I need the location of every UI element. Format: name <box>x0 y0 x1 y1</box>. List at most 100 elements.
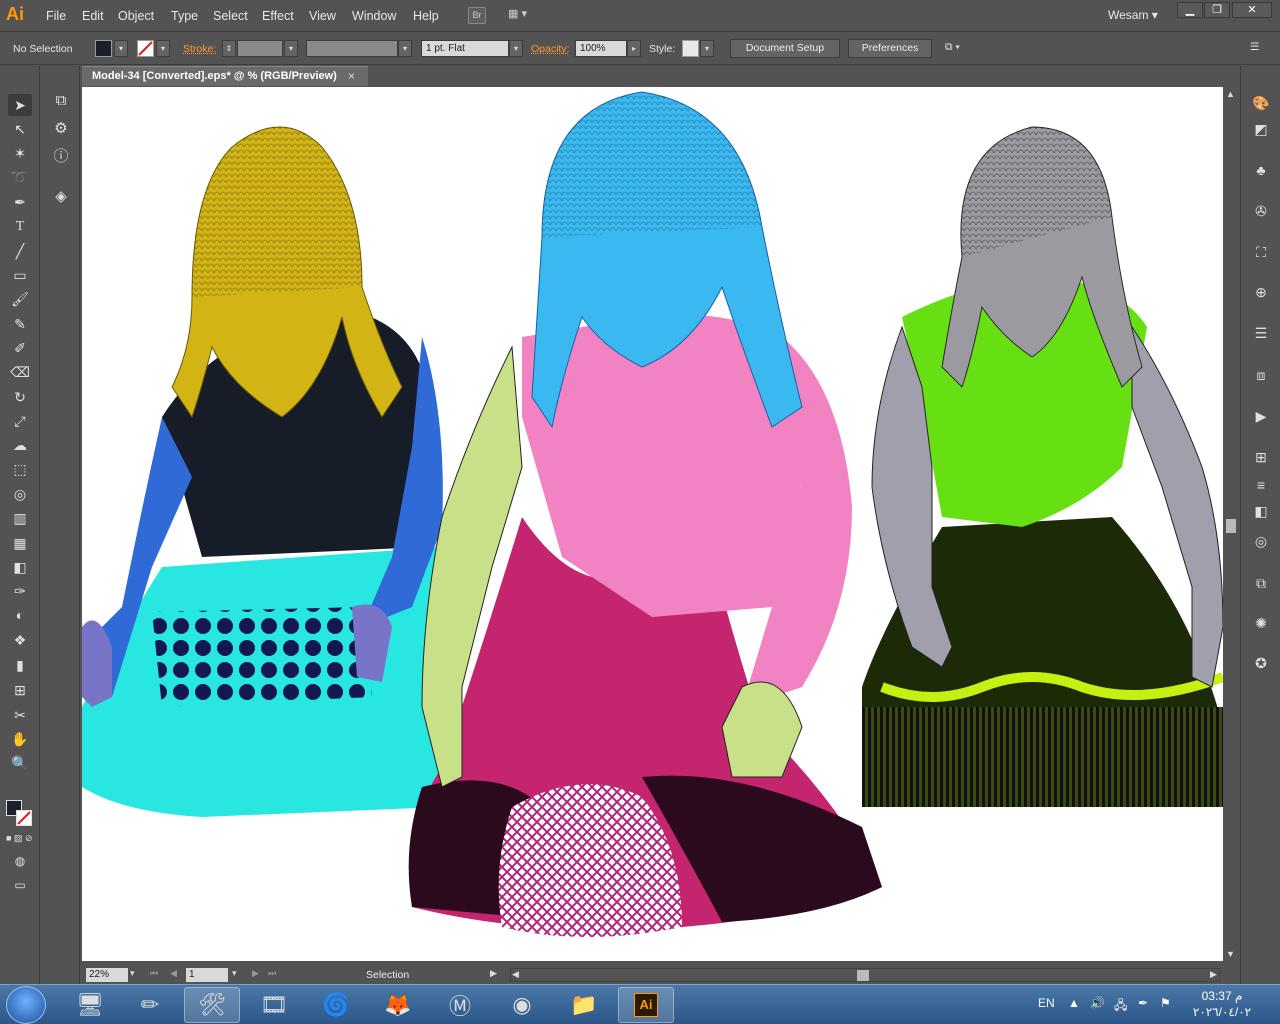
horizontal-scrollbar[interactable]: ◀ ▶ <box>510 968 1220 982</box>
layers-panel-icon[interactable]: ◈ <box>50 186 72 208</box>
free-transform-tool-icon[interactable]: ⬚ <box>8 458 32 480</box>
volume-icon[interactable]: 🔊 <box>1090 996 1105 1010</box>
opacity-label[interactable]: Opacity: <box>531 43 570 55</box>
symbol-sprayer-tool-icon[interactable]: ❖ <box>8 629 32 651</box>
stroke-weight-stepper[interactable]: ⇕ <box>222 40 236 57</box>
perspective-grid-tool-icon[interactable]: ▥ <box>8 507 32 529</box>
menu-type[interactable]: Type <box>171 9 198 23</box>
blob-brush-tool-icon[interactable]: ✐ <box>8 337 32 359</box>
variable-width-profile[interactable] <box>306 40 398 57</box>
taskbar-app-settings-icon[interactable]: 🛠 <box>184 987 240 1023</box>
screen-mode-icon[interactable]: ▭ <box>8 874 32 896</box>
stroke-weight-dropdown[interactable]: ▾ <box>284 40 298 57</box>
menu-object[interactable]: Object <box>118 9 154 23</box>
type-tool-icon[interactable]: T <box>8 216 32 238</box>
workspace-switcher[interactable]: Wesam ▾ <box>1108 8 1158 22</box>
scroll-right-icon[interactable]: ▶ <box>1210 969 1217 980</box>
arrange-icon[interactable]: ⧉ ▾ <box>945 41 960 54</box>
graphic-styles-panel-icon[interactable]: ✺ <box>1250 612 1272 634</box>
zoom-tool-icon[interactable]: 🔍 <box>8 752 32 774</box>
artboard-number-field[interactable]: 1 <box>186 968 228 982</box>
taskbar-firefox-icon[interactable]: 🦊 <box>370 987 426 1023</box>
color-panel-icon[interactable]: 🎨 <box>1250 92 1272 114</box>
taskbar-illustrator-icon[interactable]: Ai <box>618 987 674 1023</box>
document-tab[interactable]: Model-34 [Converted].eps* @ % (RGB/Previ… <box>82 66 368 86</box>
swatches-panel-icon[interactable]: ♣ <box>1250 159 1272 181</box>
info-panel-icon[interactable]: ⓘ <box>50 146 72 168</box>
warp-tool-icon[interactable]: ☁ <box>8 434 32 456</box>
magic-wand-tool-icon[interactable]: ✶ <box>8 142 32 164</box>
previous-artboard-icon[interactable]: ◀ <box>170 968 177 979</box>
links-panel-icon[interactable]: ⊕ <box>1250 281 1272 303</box>
stroke-label[interactable]: Stroke: <box>183 43 216 55</box>
vertical-scroll-thumb[interactable] <box>1226 519 1236 533</box>
taskbar-app-tools-icon[interactable]: ✏ <box>122 987 178 1023</box>
horizontal-scroll-thumb[interactable] <box>857 970 869 981</box>
menu-file[interactable]: File <box>46 9 66 23</box>
arrange-documents-button[interactable]: ▦ ▾ <box>508 7 536 24</box>
gradient-tool-icon[interactable]: ◧ <box>8 556 32 578</box>
style-dropdown[interactable]: ▾ <box>700 40 714 57</box>
menu-edit[interactable]: Edit <box>82 9 104 23</box>
color-mode-icons[interactable]: ■ ▨ ⊘ <box>6 833 34 843</box>
mesh-tool-icon[interactable]: ▦ <box>8 532 32 554</box>
stroke-weight-field[interactable] <box>237 40 283 57</box>
brush-definition-dropdown[interactable]: ▾ <box>509 40 523 57</box>
line-segment-tool-icon[interactable]: ╱ <box>8 240 32 262</box>
current-tool-status[interactable]: Selection <box>366 969 409 981</box>
column-graph-tool-icon[interactable]: ▮ <box>8 654 32 676</box>
slice-tool-icon[interactable]: ✂ <box>8 704 32 726</box>
shape-builder-tool-icon[interactable]: ◎ <box>8 483 32 505</box>
scroll-down-icon[interactable]: ▼ <box>1226 949 1235 959</box>
stroke-panel-icon[interactable]: ≡ <box>1250 474 1272 496</box>
artboard-tool-icon[interactable]: ⊞ <box>8 679 32 701</box>
restore-button[interactable]: ❐ <box>1204 2 1230 18</box>
taskbar-file-explorer-icon[interactable]: 📁 <box>556 987 612 1023</box>
eyedropper-tool-icon[interactable]: ✑ <box>8 580 32 602</box>
appearance-panel-icon[interactable]: ⧉ <box>1250 572 1272 594</box>
brush-definition-field[interactable]: 1 pt. Flat <box>421 40 509 57</box>
taskbar-app-monitor-icon[interactable]: 🖥 <box>62 987 118 1023</box>
vertical-scrollbar[interactable]: ▲ ▼ <box>1223 87 1239 961</box>
taskbar-maxthon-icon[interactable]: Ⓜ <box>432 987 488 1023</box>
close-window-button[interactable]: ✕ <box>1232 2 1272 18</box>
opacity-dropdown[interactable]: ▸ <box>627 40 641 57</box>
pen-icon[interactable]: ✒ <box>1138 996 1148 1010</box>
menu-view[interactable]: View <box>309 9 336 23</box>
align-panel-icon[interactable]: ☰ <box>1250 322 1272 344</box>
scroll-up-icon[interactable]: ▲ <box>1226 89 1235 99</box>
paintbrush-tool-icon[interactable]: 🖌 <box>8 288 32 310</box>
pen-tool-icon[interactable]: ✒ <box>8 191 32 213</box>
gradient-panel-icon[interactable]: ◧ <box>1250 500 1272 522</box>
pencil-tool-icon[interactable]: ✎ <box>8 313 32 335</box>
opacity-field[interactable]: 100% <box>575 40 627 57</box>
zoom-field[interactable]: 22% <box>86 968 128 982</box>
direct-selection-tool-icon[interactable]: ↖ <box>8 118 32 140</box>
symbols-panel-icon[interactable]: ⛶ <box>1250 241 1272 263</box>
show-hidden-icons-icon[interactable]: ▲ <box>1068 996 1080 1010</box>
lasso-tool-icon[interactable]: ➰ <box>8 166 32 188</box>
fill-dropdown[interactable]: ▾ <box>114 40 128 57</box>
menu-effect[interactable]: Effect <box>262 9 294 23</box>
artboard-dropdown-icon[interactable]: ▾ <box>232 968 237 979</box>
draw-mode-icon[interactable]: ◍ <box>8 850 32 872</box>
navigator-panel-icon[interactable]: ⚙ <box>50 118 72 140</box>
transform-panel-icon[interactable]: ⧉ <box>50 90 72 112</box>
status-menu-icon[interactable]: ▶ <box>490 968 497 979</box>
blend-tool-icon[interactable]: ◐ <box>8 604 32 626</box>
rectangle-tool-icon[interactable]: ▭ <box>8 264 32 286</box>
style-swatch[interactable] <box>682 40 699 57</box>
actions-panel-icon[interactable]: ▶ <box>1250 405 1272 427</box>
first-artboard-icon[interactable]: ⏮ <box>150 968 158 979</box>
zoom-dropdown-icon[interactable]: ▾ <box>130 968 135 979</box>
color-guide-panel-icon[interactable]: ◩ <box>1250 118 1272 140</box>
menu-help[interactable]: Help <box>413 9 439 23</box>
fill-swatch[interactable] <box>95 40 112 57</box>
bridge-button[interactable]: Br <box>468 7 486 24</box>
hand-tool-icon[interactable]: ✋ <box>8 728 32 750</box>
panel-menu-icon[interactable]: ☰ <box>1250 41 1259 53</box>
minimize-button[interactable]: ▁ <box>1177 2 1203 18</box>
scale-tool-icon[interactable]: ⤢ <box>8 410 32 432</box>
transparency-panel-icon[interactable]: ◎ <box>1250 530 1272 552</box>
artboards-panel-icon[interactable]: ⊞ <box>1250 446 1272 468</box>
